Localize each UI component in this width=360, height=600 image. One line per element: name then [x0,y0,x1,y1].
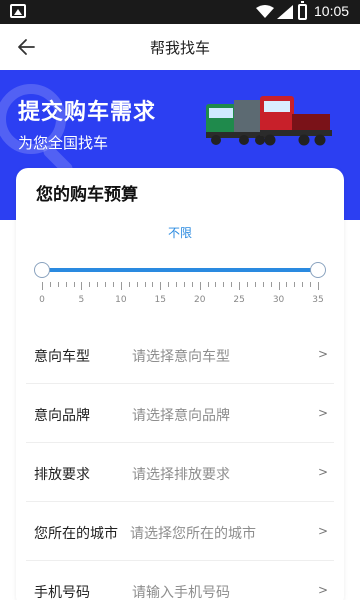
page-title: 帮我找车 [149,39,210,57]
app-header: 帮我找车 [0,24,360,70]
slider-tick [176,282,178,287]
slider-track[interactable] [42,268,318,272]
slider-tick [262,282,264,287]
form-row-placeholder[interactable]: 请选择意向品牌 [132,405,230,425]
slider-tick [42,282,43,290]
brand-row[interactable]: 意向品牌 请选择意向品牌 > [26,385,334,443]
slider-tick [254,282,256,287]
form-row-label: 手机号码 [34,585,90,600]
city-row[interactable]: 您所在的城市 请选择您所在的城市 > [26,503,334,561]
form-row-label: 排放要求 [34,467,90,483]
slider-tick-label: 10 [115,295,127,305]
form-row-placeholder[interactable]: 请选择意向车型 [132,346,230,366]
budget-range-slider[interactable] [34,260,326,280]
slider-tick [105,282,107,287]
slider-tick-label: 0 [39,295,45,305]
slider-tick [191,282,193,287]
emission-row[interactable]: 排放要求 请选择排放要求 > [26,444,334,502]
slider-tick [310,282,312,287]
chevron-right-icon: > [317,583,328,597]
signal-icon [277,5,293,19]
slider-tick [286,282,288,287]
wifi-icon [256,5,274,18]
chevron-right-icon: > [317,406,328,420]
chevron-right-icon: > [317,465,328,479]
slider-tick [128,282,130,287]
slider-tick [97,282,99,287]
chevron-right-icon: > [317,524,328,538]
slider-tick-labels: 0 5 10 15 20 25 30 35 [39,295,324,309]
banner-subtitle: 为您全国找车 [18,134,109,152]
slider-tick [247,282,249,287]
banner-title: 提交购车需求 [18,100,157,125]
slider-thumb-min[interactable] [34,262,50,278]
slider-tick [215,282,217,287]
slider-tick [318,282,319,290]
slider-tick [136,282,138,287]
budget-value-text: 不限 [167,226,192,240]
slider-tick [49,282,51,287]
battery-icon [298,1,307,20]
slider-tick [57,282,59,287]
slider-tick-label: 35 [312,295,324,305]
status-time: 10:05 [314,3,350,19]
form-row-label: 意向车型 [34,349,90,365]
slider-tick [223,282,225,287]
slider-tick [239,282,241,290]
slider-tick [294,282,296,287]
slider-tick [207,282,209,287]
budget-card: 您的购车预算 不限 0 5 10 15 20 25 30 35 意向车型 请选择意向车型 > 意向品… [16,168,344,600]
slider-tick [231,282,233,287]
form-row-label: 您所在的城市 [34,526,118,542]
slider-tick [65,282,67,287]
slider-tick-label: 5 [78,295,85,305]
form-row-placeholder[interactable]: 请选择您所在的城市 [130,523,256,543]
form-row-placeholder[interactable]: 请输入手机号码 [132,582,230,600]
slider-tick-label: 20 [193,295,206,305]
slider-tick [168,282,170,287]
slider-thumb-max[interactable] [310,262,326,278]
slider-tick [144,282,146,287]
slider-tick [89,282,91,287]
slider-tick-label: 15 [154,295,167,305]
slider-tick [120,282,122,290]
slider-tick [302,282,304,287]
form-row-placeholder[interactable]: 请选择排放要求 [132,464,230,484]
slider-tick [152,282,154,287]
slider-tick [112,282,114,287]
slider-ticks [42,282,319,292]
form-row-label: 意向品牌 [34,408,90,424]
slider-tick [160,282,162,290]
slider-tick-label: 30 [272,295,285,305]
slider-tick [270,282,272,287]
slider-tick [81,282,83,290]
slider-tick [183,282,185,287]
chevron-right-icon: > [317,347,328,361]
slider-tick [199,282,201,290]
vehicle-type-row[interactable]: 意向车型 请选择意向车型 > [26,326,334,384]
slider-tick-label: 25 [233,295,245,305]
phone-row[interactable]: 手机号码 请输入手机号码 > [26,562,334,600]
slider-tick [73,282,75,287]
status-bar: 10:05 [0,0,360,24]
budget-title: 您的购车预算 [36,185,138,205]
slider-tick [278,282,280,290]
trucks-illustration [206,96,332,146]
gallery-notification-icon [10,4,26,18]
